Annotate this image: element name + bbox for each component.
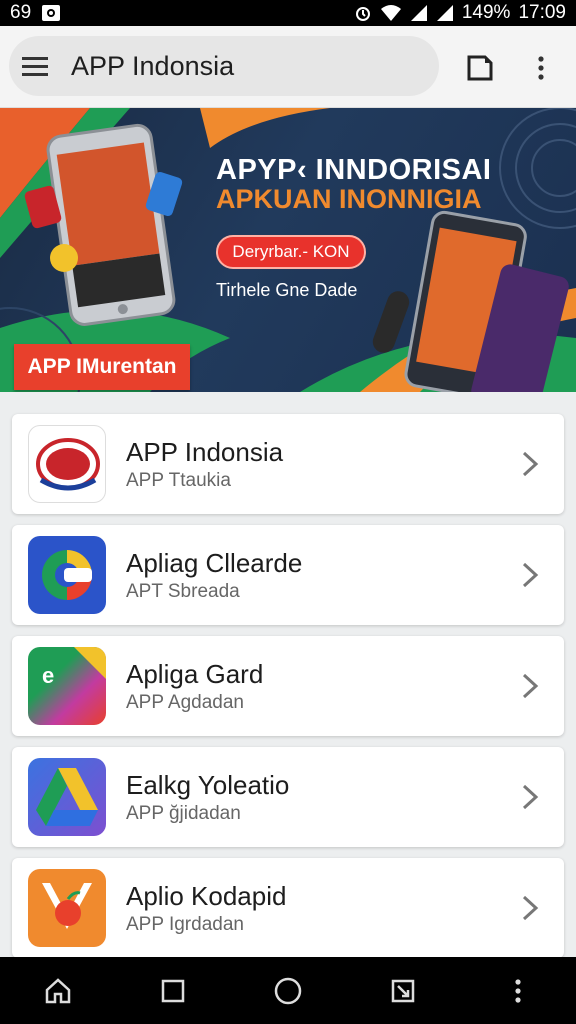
app-title: Aplio Kodapid bbox=[126, 881, 287, 911]
title-pill[interactable]: APP Indonsia bbox=[9, 36, 439, 96]
system-nav-bar bbox=[0, 957, 576, 1024]
home-circle-icon[interactable] bbox=[260, 963, 316, 1019]
app-subtitle: APP Agdadan bbox=[126, 692, 244, 713]
more-vert-icon[interactable] bbox=[524, 48, 558, 88]
wifi-icon bbox=[380, 4, 402, 22]
app-title: APP Indonsia bbox=[126, 437, 284, 467]
status-bar: 69 149% 17:09 bbox=[0, 0, 576, 26]
status-time: 17:09 bbox=[518, 2, 566, 23]
list-item[interactable]: Ealkg Yoleatio APP ğjidadan bbox=[12, 747, 564, 847]
home-icon[interactable] bbox=[30, 963, 86, 1019]
banner-cta-button[interactable]: Deryrbar.- KON bbox=[216, 235, 366, 269]
app-title: Apliag Cllearde bbox=[126, 548, 303, 578]
app-subtitle: APP ğjidadan bbox=[126, 803, 241, 824]
chevron-right-icon bbox=[510, 555, 550, 595]
app-subtitle: APP Ttaukia bbox=[126, 470, 231, 491]
list-item[interactable]: Apliag Cllearde APT Sbreada bbox=[12, 525, 564, 625]
google-style-app-icon bbox=[28, 536, 106, 614]
red-badge-app-icon bbox=[28, 425, 106, 503]
promo-banner[interactable]: APYP‹ INNDORISAI APKUAN INONNIGIA Deryrb… bbox=[0, 108, 576, 392]
list-item[interactable]: APP Indonsia APP Ttaukia bbox=[12, 414, 564, 514]
screenshot-icon[interactable] bbox=[375, 963, 431, 1019]
banner-title-line1: APYP‹ INNDORISAI bbox=[216, 154, 492, 186]
chevron-right-icon bbox=[510, 888, 550, 928]
status-number: 69 bbox=[10, 2, 32, 23]
alarm-icon bbox=[354, 4, 372, 22]
hamburger-menu-icon[interactable] bbox=[11, 36, 59, 96]
more-vert-icon[interactable] bbox=[490, 963, 546, 1019]
gradient-folder-app-icon: e bbox=[28, 647, 106, 725]
chevron-right-icon bbox=[510, 444, 550, 484]
app-subtitle: APP Igrdadan bbox=[126, 914, 244, 935]
recents-square-icon[interactable] bbox=[145, 963, 201, 1019]
signal-icon bbox=[410, 4, 428, 22]
chevron-right-icon bbox=[510, 777, 550, 817]
app-subtitle: APT Sbreada bbox=[126, 581, 240, 602]
tab-icon[interactable] bbox=[462, 50, 498, 86]
signal-icon bbox=[436, 4, 454, 22]
drive-triangle-app-icon bbox=[28, 758, 106, 836]
app-bar: APP Indonsia bbox=[0, 26, 576, 108]
image-notification-icon bbox=[41, 4, 61, 22]
app-title: Apliga Gard bbox=[126, 659, 264, 689]
app-title: APP Indonsia bbox=[71, 50, 235, 81]
orange-fruit-app-icon bbox=[28, 869, 106, 947]
app-title: Ealkg Yoleatio bbox=[126, 770, 290, 800]
battery-percent: 149% bbox=[461, 2, 511, 23]
banner-title-line2: APKUAN INONNIGIA bbox=[216, 184, 482, 214]
banner-subtitle: Tirhele Gne Dade bbox=[216, 280, 358, 300]
svg-text:e: e bbox=[42, 663, 54, 688]
list-item[interactable]: Aplio Kodapid APP Igrdadan bbox=[12, 858, 564, 958]
chevron-right-icon bbox=[510, 666, 550, 706]
banner-badge: APP IMurentan bbox=[14, 344, 190, 390]
list-item[interactable]: e Apliga Gard APP Agdadan bbox=[12, 636, 564, 736]
